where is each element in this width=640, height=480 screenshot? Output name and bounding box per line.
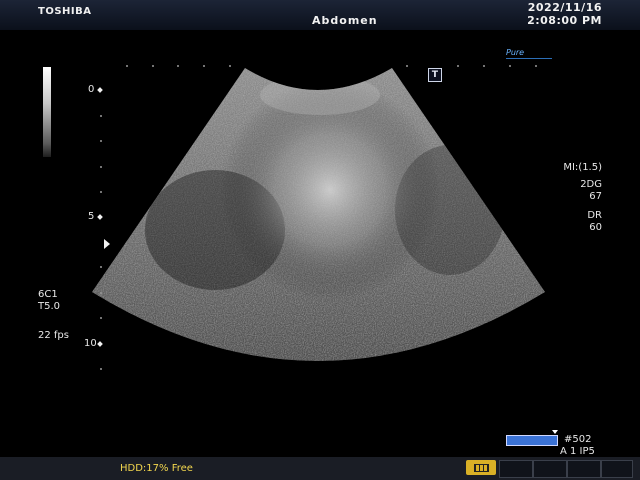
- depth-dot: [100, 368, 102, 370]
- mi-label: MI:(1.5): [563, 162, 602, 173]
- dr-value: 60: [589, 222, 602, 233]
- trapezoid-icon[interactable]: T: [428, 68, 442, 82]
- scale-dot: [177, 65, 179, 67]
- scale-dot: [229, 65, 231, 67]
- frame-rate-label: 22 fps: [38, 330, 69, 341]
- gain-value: 67: [589, 191, 602, 202]
- probe-label: 6C1: [38, 289, 58, 300]
- scale-dot: [483, 65, 485, 67]
- dr-label: DR: [587, 210, 602, 221]
- scale-dot: [152, 65, 154, 67]
- depth-dot: [100, 191, 102, 193]
- gain-label: 2DG: [580, 179, 602, 190]
- depth-dot: [100, 166, 102, 168]
- depth-dot: [100, 266, 102, 268]
- scale-dot: [535, 65, 537, 67]
- depth-dot: [100, 140, 102, 142]
- depth-dot: [100, 292, 102, 294]
- status-slot-3[interactable]: [567, 460, 601, 478]
- cine-memory-button[interactable]: [466, 460, 496, 475]
- depth-label-5: 5: [88, 211, 95, 222]
- depth-label-10: 10: [84, 338, 97, 349]
- status-bar: HDD:17% Free: [0, 457, 640, 480]
- status-slot-4[interactable]: [601, 460, 633, 478]
- hdd-status: HDD:17% Free: [120, 463, 193, 474]
- depth-dot: [100, 115, 102, 117]
- cine-bar[interactable]: [506, 435, 558, 446]
- status-slot-2[interactable]: [533, 460, 567, 478]
- depth-label-0: 0: [88, 84, 95, 95]
- ultrasound-image: [92, 68, 545, 361]
- status-slot-1[interactable]: [499, 460, 533, 478]
- film-icon: [474, 464, 489, 472]
- scale-dot: [457, 65, 459, 67]
- depth-dot: [100, 317, 102, 319]
- scale-dot: [406, 65, 408, 67]
- frame-subinfo: A 1 IP5: [560, 446, 595, 457]
- cine-marker-icon: [552, 430, 558, 434]
- frame-number: #502: [564, 434, 592, 445]
- focus-marker-icon[interactable]: [104, 239, 110, 249]
- frequency-label: T5.0: [38, 301, 61, 312]
- scale-dot: [126, 65, 128, 67]
- scale-dot: [203, 65, 205, 67]
- scale-dot: [509, 65, 511, 67]
